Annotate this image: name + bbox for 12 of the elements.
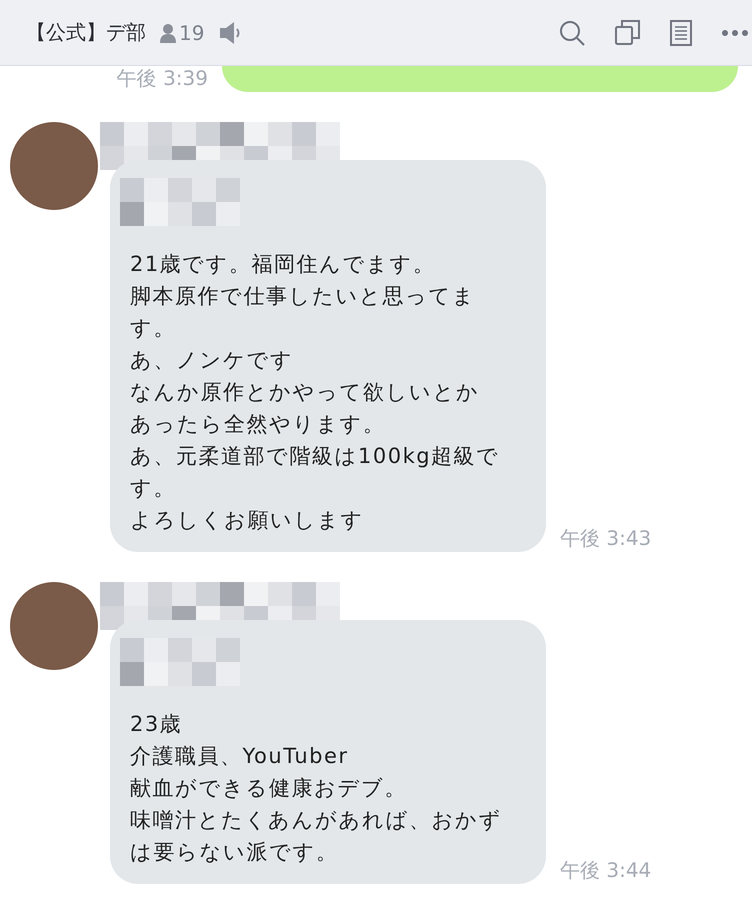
chat-title: 【公式】デ部 [26,19,146,46]
copy-icon[interactable] [615,20,640,45]
notes-icon[interactable] [670,20,692,46]
message-time: 午後 3:43 [560,525,652,552]
search-icon[interactable] [559,20,585,46]
message-time: 午後 3:39 [116,65,208,92]
member-count: 19 [179,20,204,44]
message-text: 23歳 介護職員、YouTuber 献血ができる健康おデブ。 味噌汁とたくあんがあれば、おかず は要らない派です。 [130,711,503,866]
message-time: 午後 3:44 [560,857,652,884]
person-icon [160,22,176,42]
message-text: 21歳です。福岡住んでます。 脚本原作で仕事したいと思ってま す。 あ、ノンケです なんか原作とかやって欲しいとか あったら全然やります。 あ、元柔道部で階級は100kg超級で す。 よろしくお願いします [130,251,501,534]
more-icon[interactable] [722,30,748,36]
